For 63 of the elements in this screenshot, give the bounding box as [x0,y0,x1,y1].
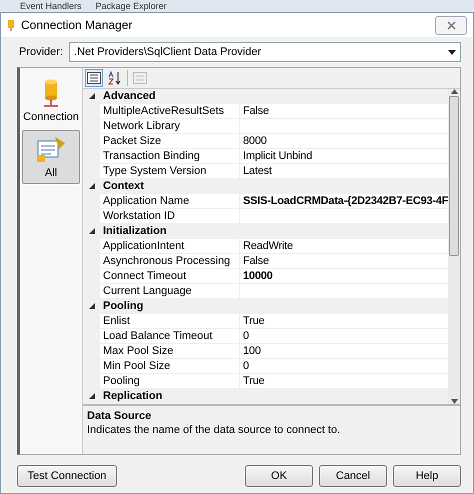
sidebar-item[interactable]: All [22,130,80,184]
property-name[interactable]: Pooling [100,374,240,388]
dialog-button[interactable]: Cancel [319,465,387,487]
property-value[interactable]: False [240,104,448,118]
dialog-button[interactable]: Test Connection [17,465,117,487]
property-value[interactable]: True [240,374,448,388]
property-name[interactable]: Network Library [100,119,240,133]
property-value[interactable]: 100 [240,344,448,358]
collapse-icon[interactable] [88,93,94,99]
property-value[interactable]: 0 [240,329,448,343]
close-icon [446,20,456,30]
property-name[interactable]: Application Name [100,194,240,208]
property-name[interactable]: Connect Timeout [100,269,240,283]
document-tab[interactable]: Event Handlers [20,0,82,12]
property-name[interactable]: Type System Version [100,164,240,178]
toolbar-button[interactable] [85,69,103,87]
property-name[interactable]: Workstation ID [100,209,240,223]
sidebar-item[interactable]: Connection [22,74,80,128]
property-value[interactable]: True [240,314,448,328]
property-name[interactable]: ApplicationIntent [100,239,240,253]
categorized-icon [87,72,101,84]
property-value[interactable]: Implicit Unbind [240,149,448,163]
property-name[interactable]: Packet Size [100,134,240,148]
property-value[interactable]: False [240,254,448,268]
property-value[interactable]: 8000 [240,134,448,148]
collapse-icon[interactable] [88,228,94,234]
description-text: Indicates the name of the data source to connect to. [87,424,342,436]
dialog-button[interactable]: Help [393,465,461,487]
property-value[interactable]: Latest [240,164,448,178]
description-title: Data Source [87,410,152,422]
property-pages-icon [133,72,147,84]
category-name: Advanced [102,89,156,103]
close-button[interactable] [435,16,467,34]
property-name[interactable]: Max Pool Size [100,344,240,358]
provider-label: Provider: [19,46,64,58]
category-name: Initialization [102,224,167,238]
document-tab[interactable]: Package Explorer [96,0,167,12]
property-value[interactable]: 10000 [240,269,448,283]
property-value[interactable]: 0 [240,359,448,373]
property-name[interactable]: Transaction Binding [100,149,240,163]
property-value[interactable]: SSIS-LoadCRMData-{2D2342B7-EC93-4F [240,194,448,208]
scrollbar[interactable] [448,89,460,404]
property-name[interactable]: Asynchronous Processing [100,254,240,268]
category-name: Context [102,179,144,193]
property-name[interactable]: Current Language [100,284,240,298]
collapse-icon[interactable] [88,183,94,189]
property-name[interactable]: Load Balance Timeout [100,329,240,343]
database-icon [7,19,15,31]
dialog-button[interactable]: OK [245,465,313,487]
property-sheet-icon [35,135,67,165]
dropdown-arrow-icon [448,50,456,54]
provider-dropdown[interactable]: .Net Providers\SqlClient Data Provider [69,42,461,62]
database-icon [42,79,60,109]
collapse-icon[interactable] [88,303,94,309]
sort-az-icon [108,71,122,85]
collapse-icon[interactable] [88,393,94,399]
property-name[interactable]: Enlist [100,314,240,328]
category-name: Replication [102,389,162,403]
property-name[interactable]: MultipleActiveResultSets [100,104,240,118]
property-value[interactable]: ReadWrite [240,239,448,253]
category-name: Pooling [102,299,144,313]
window-title: Connection Manager [21,18,134,32]
property-name[interactable]: Min Pool Size [100,359,240,373]
